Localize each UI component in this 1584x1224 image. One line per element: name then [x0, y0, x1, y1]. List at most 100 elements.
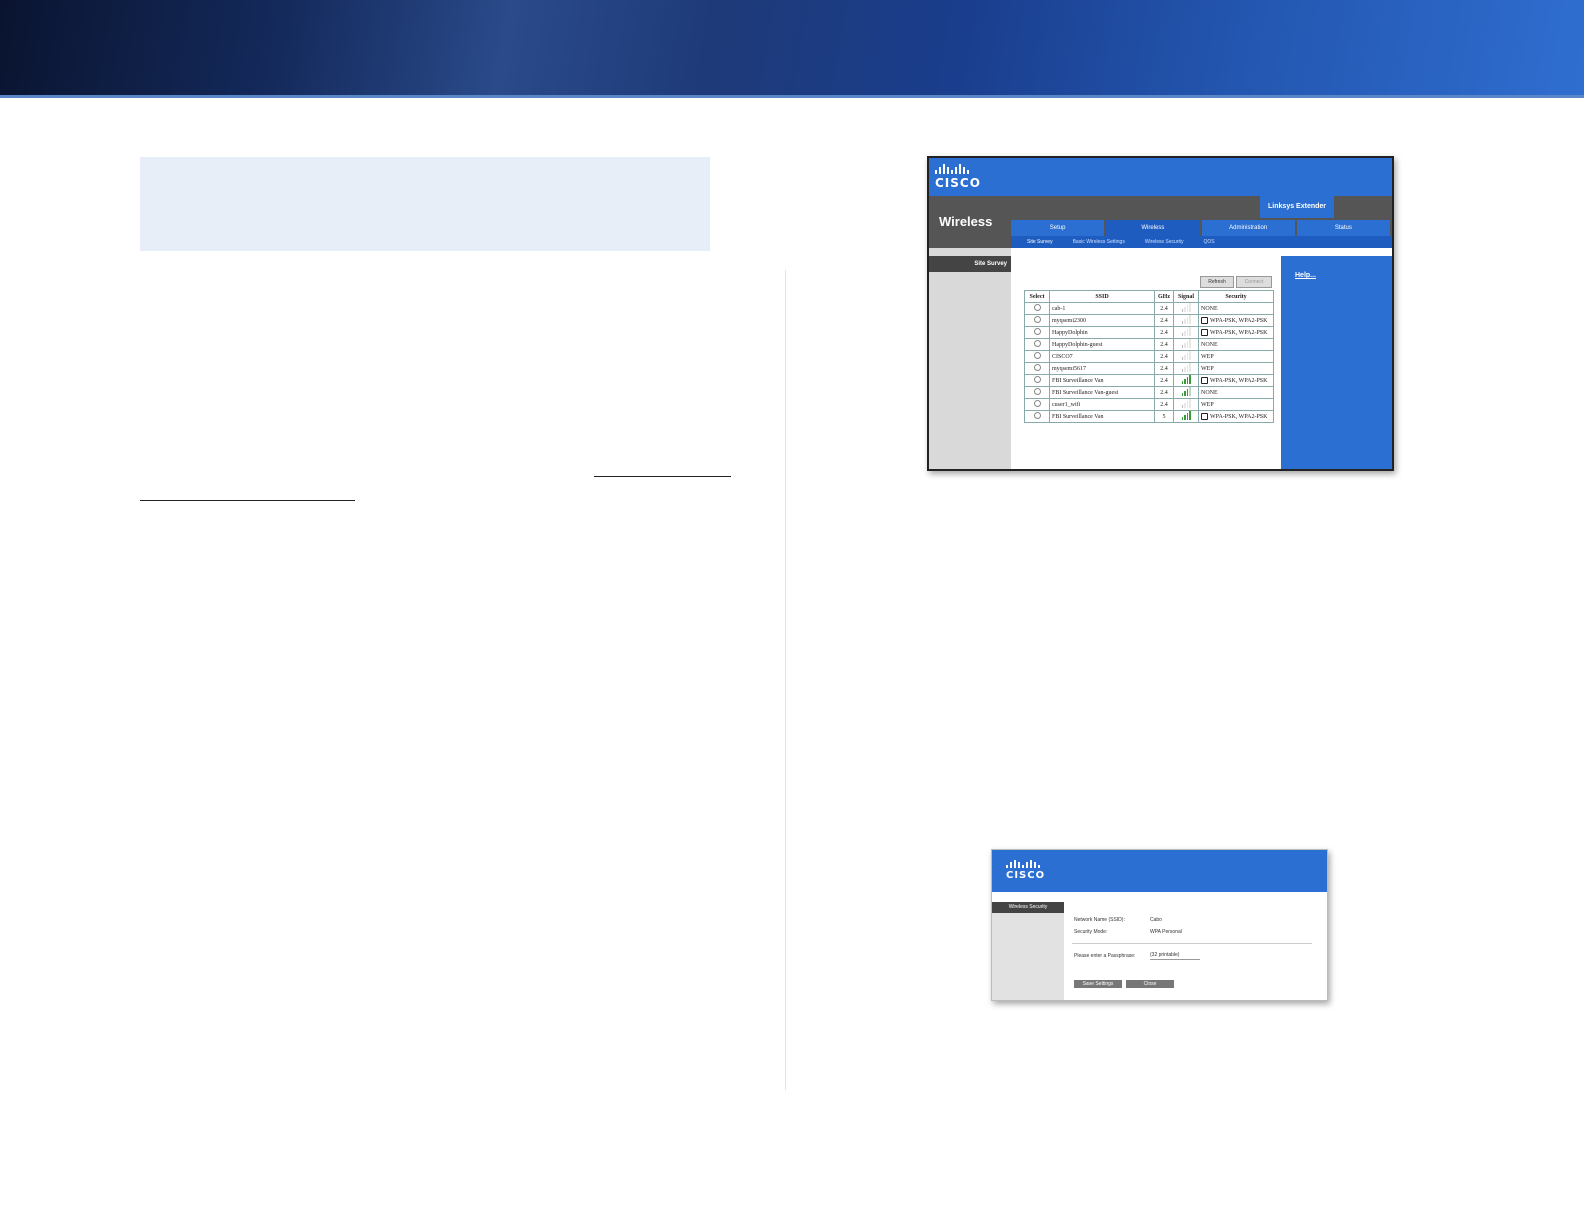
- table-row[interactable]: FBI Surveillance Van 2.4 WPA-PSK, WPA2-PSK: [1024, 374, 1274, 387]
- select-radio[interactable]: [1033, 400, 1041, 407]
- tab-administration[interactable]: Administration: [1201, 220, 1295, 236]
- select-radio[interactable]: [1033, 364, 1041, 371]
- security-cell: WPA-PSK, WPA2-PSK: [1198, 314, 1274, 327]
- signal-icon: [1181, 362, 1191, 372]
- tab-setup[interactable]: Setup: [1011, 220, 1105, 236]
- signal-cell: [1173, 338, 1199, 351]
- divider: [1072, 943, 1312, 944]
- table-row[interactable]: myqsemi5617 2.4 WEP: [1024, 362, 1274, 375]
- header-strip: [1011, 196, 1392, 220]
- select-cell: [1024, 362, 1050, 375]
- ssid-cell: myqsemi2300: [1049, 314, 1155, 327]
- signal-cell: [1173, 398, 1199, 411]
- ghz-cell: 2.4: [1154, 314, 1174, 327]
- subtab-qos[interactable]: QOS: [1203, 236, 1214, 248]
- security-cell: WEP: [1198, 350, 1274, 363]
- column-divider: [785, 270, 786, 1090]
- sidebar-header: Site Survey: [929, 256, 1011, 272]
- signal-icon: [1181, 338, 1191, 348]
- select-radio[interactable]: [1033, 304, 1041, 311]
- ssid-cell: cuser1_wifi: [1049, 398, 1155, 411]
- table-row[interactable]: cab-1 2.4 NONE: [1024, 302, 1274, 315]
- ssid-cell: FBI Surveillance Van: [1049, 374, 1155, 387]
- refresh-button[interactable]: Refresh: [1200, 276, 1234, 288]
- table-row[interactable]: HappyDolphin-guest 2.4 NONE: [1024, 338, 1274, 351]
- security-text: WEP: [1201, 365, 1214, 372]
- select-radio[interactable]: [1033, 412, 1041, 419]
- ssid-cell: HappyDolphin-guest: [1049, 338, 1155, 351]
- brand-logo: CISCO: [935, 176, 981, 190]
- link-underline[interactable]: [594, 476, 731, 477]
- tab-status[interactable]: Status: [1296, 220, 1390, 236]
- close-button[interactable]: Close: [1126, 980, 1174, 988]
- top-bar: CISCO: [929, 158, 1392, 196]
- select-cell: [1024, 326, 1050, 339]
- ghz-cell: 2.4: [1154, 386, 1174, 399]
- security-cell: WPA-PSK, WPA2-PSK: [1198, 410, 1274, 423]
- network-name-label: Network Name (SSID):: [1074, 917, 1125, 923]
- security-mode-label: Security Mode:: [1074, 929, 1108, 935]
- ghz-cell: 2.4: [1154, 398, 1174, 411]
- lock-icon: [1201, 377, 1208, 384]
- tab-wireless[interactable]: Wireless: [1106, 220, 1200, 236]
- security-text: WPA-PSK, WPA2-PSK: [1210, 329, 1268, 336]
- lock-icon: [1201, 413, 1208, 420]
- select-cell: [1024, 302, 1050, 315]
- ghz-cell: 2.4: [1154, 326, 1174, 339]
- save-settings-button[interactable]: Save Settings: [1074, 980, 1122, 988]
- select-cell: [1024, 410, 1050, 423]
- subtab-basic-wireless[interactable]: Basic Wireless Settings: [1073, 236, 1125, 248]
- select-cell: [1024, 350, 1050, 363]
- section-title: Wireless: [929, 196, 1011, 248]
- security-text: NONE: [1201, 341, 1218, 348]
- ghz-cell: 2.4: [1154, 302, 1174, 315]
- table-row[interactable]: HappyDolphin 2.4 WPA-PSK, WPA2-PSK: [1024, 326, 1274, 339]
- select-cell: [1024, 374, 1050, 387]
- link-underline[interactable]: [140, 500, 355, 501]
- signal-icon: [1181, 374, 1191, 384]
- ssid-cell: cab-1: [1049, 302, 1155, 315]
- select-cell: [1024, 386, 1050, 399]
- network-name-value: Cabo: [1150, 917, 1162, 923]
- signal-icon: [1181, 302, 1191, 312]
- help-panel: Help...: [1281, 256, 1392, 469]
- signal-cell: [1173, 362, 1199, 375]
- select-radio[interactable]: [1033, 376, 1041, 383]
- signal-icon: [1181, 410, 1191, 420]
- column-header: GHz: [1154, 290, 1174, 303]
- select-radio[interactable]: [1033, 352, 1041, 359]
- help-link[interactable]: Help...: [1295, 272, 1316, 279]
- security-text: WEP: [1201, 353, 1214, 360]
- select-radio[interactable]: [1033, 388, 1041, 395]
- ssid-cell: HappyDolphin: [1049, 326, 1155, 339]
- passphrase-input[interactable]: (32 printable): [1150, 952, 1200, 960]
- sub-tabs: Site Survey Basic Wireless Settings Wire…: [1011, 236, 1392, 248]
- security-cell: NONE: [1198, 386, 1274, 399]
- ssid-cell: CISCO7: [1049, 350, 1155, 363]
- table-row[interactable]: FBI Surveillance Van 5 WPA-PSK, WPA2-PSK: [1024, 410, 1274, 423]
- select-radio[interactable]: [1033, 340, 1041, 347]
- connect-button[interactable]: Connect: [1236, 276, 1272, 288]
- cisco-logo-icon: [1006, 860, 1040, 868]
- table-row[interactable]: CISCO7 2.4 WEP: [1024, 350, 1274, 363]
- signal-icon: [1181, 326, 1191, 336]
- select-radio[interactable]: [1033, 328, 1041, 335]
- subtab-site-survey[interactable]: Site Survey: [1027, 236, 1053, 248]
- sidebar-header: Wireless Security: [992, 902, 1064, 913]
- security-text: WPA-PSK, WPA2-PSK: [1210, 317, 1268, 324]
- signal-cell: [1173, 350, 1199, 363]
- table-row[interactable]: myqsemi2300 2.4 WPA-PSK, WPA2-PSK: [1024, 314, 1274, 327]
- signal-icon: [1181, 398, 1191, 408]
- ghz-cell: 2.4: [1154, 362, 1174, 375]
- brand-logo: CISCO: [1006, 870, 1046, 881]
- table-row[interactable]: FBI Surveillance Van-guest 2.4 NONE: [1024, 386, 1274, 399]
- security-text: NONE: [1201, 389, 1218, 396]
- signal-icon: [1181, 314, 1191, 324]
- note-box: [140, 157, 710, 251]
- security-text: WPA-PSK, WPA2-PSK: [1210, 413, 1268, 420]
- signal-cell: [1173, 302, 1199, 315]
- select-cell: [1024, 398, 1050, 411]
- subtab-wireless-security[interactable]: Wireless Security: [1145, 236, 1184, 248]
- table-row[interactable]: cuser1_wifi 2.4 WEP: [1024, 398, 1274, 411]
- select-radio[interactable]: [1033, 316, 1041, 323]
